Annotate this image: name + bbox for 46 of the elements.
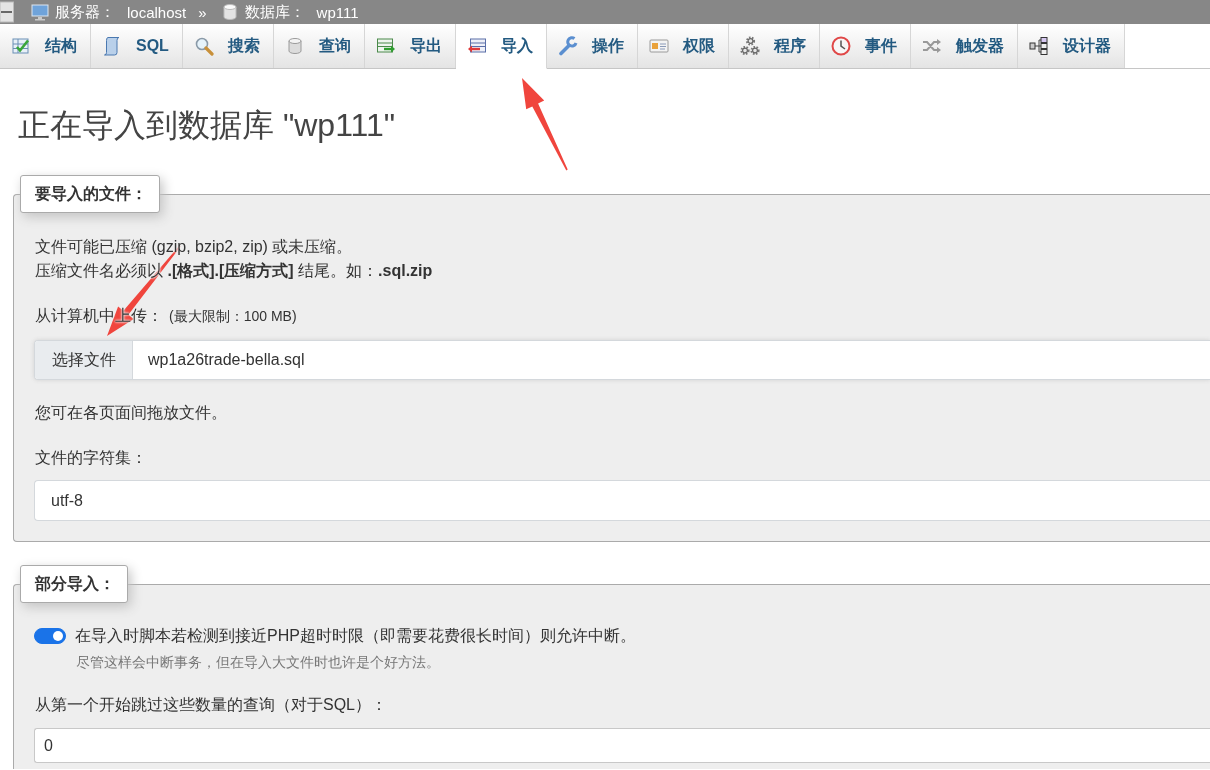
size-limit-note: (最大限制：100 MB) — [169, 307, 297, 326]
tab[interactable]: 导出 — [364, 24, 456, 68]
page-heading: 正在导入到数据库 "wp111" — [18, 107, 396, 143]
number-input[interactable]: 0 — [34, 728, 1210, 763]
tab[interactable]: 导入 — [455, 24, 547, 69]
breadcrumb-link[interactable]: localhost — [127, 3, 187, 21]
choose-file-button[interactable]: 选择文件 — [35, 341, 133, 379]
monitor-icon — [31, 3, 49, 21]
tab[interactable]: 设计器 — [1017, 24, 1125, 68]
upload-label: 从计算机中上传： — [35, 306, 163, 326]
clock-icon — [830, 36, 851, 56]
tab[interactable]: 权限 — [637, 24, 729, 68]
tab[interactable]: 操作 — [546, 24, 638, 68]
file-name: wp1a26trade-bella.sql — [147, 350, 305, 370]
tab[interactable]: 结构 — [0, 24, 91, 68]
shuffle-arrows-icon — [921, 36, 942, 56]
tab[interactable]: 查询 — [273, 24, 365, 68]
tab[interactable]: 程序 — [728, 24, 820, 68]
file-input[interactable]: 选择文件 wp1a26trade-bella.sql — [34, 340, 1210, 380]
table-check-icon — [11, 36, 31, 56]
skip-queries-label: 从第一个开始跳过这些数量的查询（对于SQL）： — [35, 695, 387, 715]
breadcrumb-label: 数据库： — [244, 2, 305, 22]
breadcrumb-label: 服务器： — [55, 2, 115, 22]
section-legend: 部分导入： — [20, 565, 128, 603]
wrench-icon — [557, 36, 578, 56]
charset-select[interactable]: utf-8 — [34, 480, 1210, 521]
tab[interactable]: 搜索 — [182, 24, 274, 68]
minus-icon[interactable] — [0, 1, 14, 23]
scroll-icon — [102, 36, 122, 56]
tab[interactable]: SQL — [91, 24, 183, 68]
tab[interactable]: 触发器 — [910, 24, 1018, 68]
toggle-label: 在导入时脚本若检测到接近PHP超时时限（即需要花费很长时间）则允许中断。 — [75, 626, 636, 646]
breadcrumb-link[interactable]: wp111 — [316, 3, 359, 21]
hint-text: 尽管这样会中断事务，但在导入大文件时也许是个好方法。 — [76, 653, 441, 672]
charset-label: 文件的字符集： — [35, 448, 147, 468]
drag-drop-note: 您可在各页面间拖放文件。 — [35, 404, 227, 421]
id-card-icon — [648, 36, 669, 56]
magnifier-icon — [193, 36, 214, 56]
tree-boxes-icon — [1028, 36, 1049, 56]
paragraph-text: 文件可能已压缩 (gzip, bzip2, zip) 或未压缩。 — [35, 238, 353, 255]
breadcrumb-separator: » — [198, 3, 207, 21]
gears-icon — [739, 36, 760, 56]
cylinder-icon — [220, 3, 239, 21]
section-legend: 要导入的文件： — [20, 175, 160, 213]
tab[interactable]: 事件 — [819, 24, 911, 68]
toggle-switch[interactable] — [34, 628, 66, 644]
